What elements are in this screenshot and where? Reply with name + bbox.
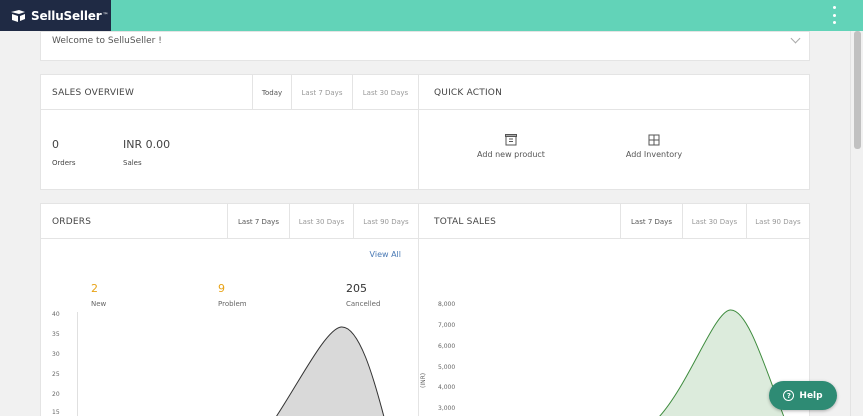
tab-today[interactable]: Today: [252, 75, 291, 110]
welcome-text: Welcome to SelluSeller !: [52, 36, 162, 46]
add-new-product-button[interactable]: Add new product: [471, 133, 551, 159]
add-inventory-label: Add Inventory: [625, 150, 683, 159]
orders-label: Orders: [52, 159, 76, 167]
help-button[interactable]: ? Help: [769, 381, 837, 410]
inventory-grid-icon: [648, 134, 660, 146]
brand-logo[interactable]: SelluSeller ™: [0, 0, 111, 31]
orders-chart-curve: [276, 326, 385, 416]
total-sales-chart-curve: [659, 309, 785, 416]
help-question-icon: ?: [783, 390, 795, 401]
sales-amount: INR 0.00: [123, 138, 171, 151]
sales-label: Sales: [123, 159, 142, 167]
quick-action-header: QUICK ACTION: [419, 75, 809, 110]
page-scrollbar[interactable]: [850, 31, 863, 416]
tab-last-30-days[interactable]: Last 30 Days: [352, 75, 418, 110]
logo-icon: [11, 9, 25, 22]
sales-overview-header: SALES OVERVIEW Today Last 7 Days Last 30…: [41, 75, 418, 110]
brand-trademark: ™: [102, 12, 109, 19]
brand-name: SelluSeller: [31, 8, 102, 23]
quick-action-panel: QUICK ACTION Add new product Add Invento…: [418, 74, 810, 190]
sales-overview-panel: SALES OVERVIEW Today Last 7 Days Last 30…: [40, 74, 419, 190]
product-box-icon: [505, 134, 517, 146]
chevron-down-icon[interactable]: [790, 33, 801, 44]
top-bar: SelluSeller ™: [0, 0, 863, 31]
welcome-banner: Welcome to SelluSeller !: [40, 31, 810, 61]
more-options-icon[interactable]: [831, 6, 837, 24]
help-label: Help: [799, 390, 823, 401]
scrollbar-thumb[interactable]: [854, 31, 861, 149]
sales-overview-title: SALES OVERVIEW: [52, 88, 135, 98]
orders-panel: ORDERS Last 7 Days Last 30 Days Last 90 …: [40, 203, 419, 416]
orders-count: 0: [52, 138, 59, 151]
add-inventory-button[interactable]: Add Inventory: [614, 133, 694, 159]
add-new-product-label: Add new product: [477, 150, 545, 159]
quick-action-title: QUICK ACTION: [434, 88, 503, 98]
sales-overview-tabs: Today Last 7 Days Last 30 Days: [252, 75, 418, 110]
total-sales-panel: TOTAL SALES Last 7 Days Last 30 Days Las…: [418, 203, 810, 416]
tab-last-7-days[interactable]: Last 7 Days: [291, 75, 352, 110]
